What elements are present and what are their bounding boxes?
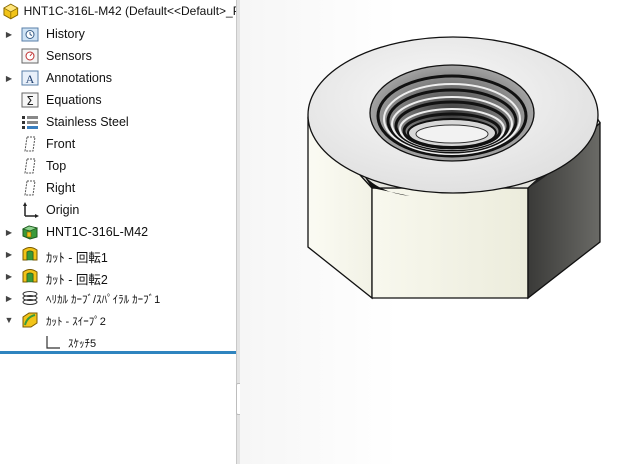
svg-text:A: A xyxy=(26,72,35,86)
annotation-icon: A xyxy=(21,70,39,86)
tree-item-label: ｽｹｯﾁ5 xyxy=(68,338,97,350)
tree-item-history[interactable]: ▶ History xyxy=(0,23,236,45)
tree-item-helix[interactable]: ▶ ﾍﾘｶﾙ ｶｰﾌﾞ/ｽﾊﾟｲﾗﾙ ｶｰﾌﾞ1 xyxy=(0,287,236,309)
tree-root-part[interactable]: HNT1C-316L-M42 (Default<<Default>_P xyxy=(0,0,236,22)
tree-item-cut-revolve-2[interactable]: ▶ ｶｯﾄ - 回転2 xyxy=(0,265,236,287)
sensor-icon xyxy=(21,48,39,64)
tree-item-label: Stainless Steel xyxy=(46,115,129,129)
svg-text:Σ: Σ xyxy=(26,94,34,108)
tree-item-label: ｶｯﾄ - 回転1 xyxy=(46,251,108,265)
tree-item-plane-top[interactable]: Top xyxy=(0,155,236,177)
tree-item-label: Origin xyxy=(46,203,80,217)
part-title: HNT1C-316L-M42 (Default<<Default>_P xyxy=(23,4,236,18)
tree-item-label: Right xyxy=(46,181,76,195)
material-icon xyxy=(22,116,38,129)
hex-nut-model xyxy=(307,36,601,300)
plane-icon xyxy=(24,136,36,152)
tree-item-label: Top xyxy=(46,159,67,173)
tree-item-label: ｶｯﾄ - 回転2 xyxy=(46,273,108,287)
tree-item-plane-front[interactable]: Front xyxy=(0,133,236,155)
origin-icon xyxy=(23,202,39,218)
tree-item-cut-sweep[interactable]: ▼ ｶｯﾄ - ｽｲｰﾌﾟ2 xyxy=(0,309,236,331)
expand-arrow-icon[interactable]: ▶ xyxy=(4,67,14,89)
collapse-arrow-icon[interactable]: ▼ xyxy=(4,309,14,331)
body-feature-icon xyxy=(21,225,39,240)
expand-arrow-icon[interactable]: ▶ xyxy=(4,243,14,265)
tree-item-equations[interactable]: Σ Equations xyxy=(0,89,236,111)
tree-item-sketch5[interactable]: ｽｹｯﾁ5 xyxy=(0,331,236,353)
tree-item-sensors[interactable]: Sensors xyxy=(0,45,236,67)
feature-manager-tree: HNT1C-316L-M42 (Default<<Default>_P ▶ Hi… xyxy=(0,0,236,464)
plane-icon xyxy=(24,158,36,174)
tree-item-cut-revolve-1[interactable]: ▶ ｶｯﾄ - 回転1 xyxy=(0,243,236,265)
history-folder-icon xyxy=(21,27,39,42)
tree-item-plane-right[interactable]: Right xyxy=(0,177,236,199)
tree-item-label: Equations xyxy=(46,93,102,107)
sigma-icon: Σ xyxy=(21,92,39,108)
cut-revolve-icon xyxy=(22,247,38,261)
tree-item-label: Sensors xyxy=(46,49,92,63)
graphics-viewport[interactable] xyxy=(240,0,634,464)
tree-item-label: Annotations xyxy=(46,71,113,85)
expand-arrow-icon[interactable]: ▶ xyxy=(4,23,14,45)
tree-item-label: HNT1C-316L-M42 xyxy=(46,225,149,239)
tree-item-origin[interactable]: Origin xyxy=(0,199,236,221)
tree-item-body[interactable]: ▶ HNT1C-316L-M42 xyxy=(0,221,236,243)
plane-icon xyxy=(24,180,36,196)
helix-icon xyxy=(22,291,38,305)
tree-item-annotations[interactable]: ▶ A Annotations xyxy=(0,67,236,89)
sketch-icon xyxy=(46,336,60,349)
tree-item-label: ﾍﾘｶﾙ ｶｰﾌﾞ/ｽﾊﾟｲﾗﾙ ｶｰﾌﾞ1 xyxy=(46,294,161,306)
tree-item-label: ｶｯﾄ - ｽｲｰﾌﾟ2 xyxy=(46,316,106,328)
expand-arrow-icon[interactable]: ▶ xyxy=(4,287,14,309)
expand-arrow-icon[interactable]: ▶ xyxy=(4,265,14,287)
part-icon xyxy=(3,3,19,20)
cut-sweep-icon xyxy=(22,312,38,328)
tree-item-material[interactable]: Stainless Steel xyxy=(0,111,236,133)
tree-item-label: History xyxy=(46,27,85,41)
expand-arrow-icon[interactable]: ▶ xyxy=(4,221,14,243)
cut-revolve-icon xyxy=(22,269,38,283)
tree-item-label: Front xyxy=(46,137,76,151)
rollback-bar[interactable] xyxy=(0,351,236,354)
nut-front-face xyxy=(371,187,529,299)
